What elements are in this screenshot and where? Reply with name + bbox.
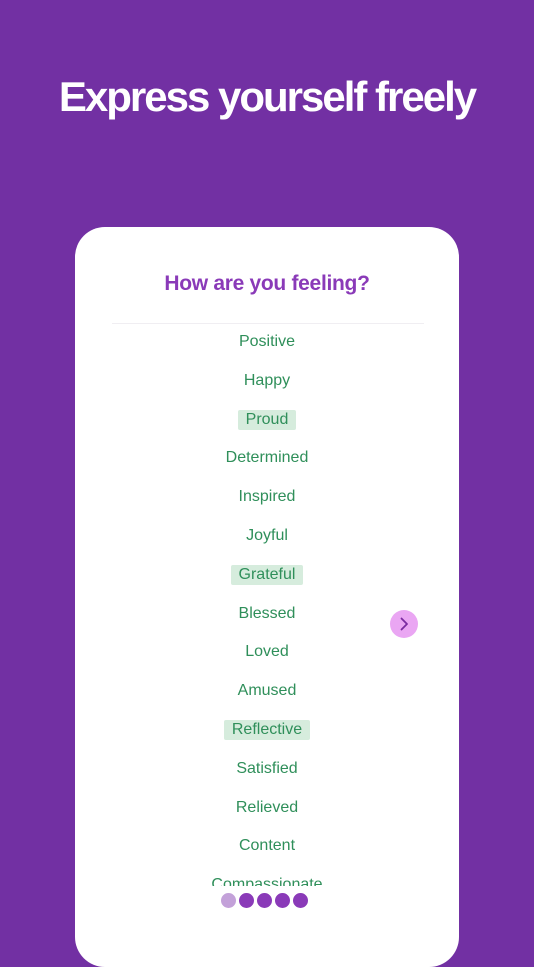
feeling-label: Content [238, 837, 296, 855]
feeling-label: Joyful [246, 527, 288, 544]
feeling-option[interactable]: Positive [75, 324, 459, 360]
feeling-label: Happy [243, 371, 291, 389]
feeling-option[interactable]: Joyful [75, 518, 459, 554]
pagination-dot[interactable] [275, 893, 290, 908]
feeling-option[interactable]: Happy [75, 363, 459, 399]
feeling-label: Compassionate [211, 876, 323, 886]
next-button[interactable] [390, 610, 418, 638]
headline: Express yourself freely [58, 73, 477, 120]
card-title: How are you feeling? [164, 272, 370, 295]
feeling-option[interactable]: Content [75, 828, 459, 864]
feeling-option[interactable]: Satisfied [75, 751, 459, 787]
feeling-label: Reflective [223, 720, 311, 740]
feeling-label: Grateful [230, 564, 304, 585]
pagination-dot[interactable] [239, 893, 254, 908]
feeling-label: Amused [237, 682, 297, 700]
chevron-right-icon [400, 617, 408, 631]
feeling-label: Loved [245, 643, 289, 661]
feeling-option[interactable]: Grateful [75, 557, 459, 593]
feeling-option[interactable]: Relieved [75, 790, 459, 826]
feeling-option[interactable]: Compassionate [75, 867, 459, 886]
feeling-option[interactable]: Loved [75, 634, 459, 670]
feeling-option[interactable]: Amused [75, 673, 459, 709]
pagination-dot[interactable] [221, 893, 236, 908]
feeling-option[interactable]: Reflective [75, 712, 459, 748]
feelings-list[interactable]: Positive Happy Proud Determined Inspired Joyf… [75, 324, 459, 886]
feeling-label: Relieved [235, 798, 299, 816]
feeling-label: Blessed [238, 604, 296, 622]
feeling-label: Satisfied [236, 759, 298, 777]
feeling-label: Determined [225, 449, 309, 467]
pagination-dots [221, 893, 308, 908]
feeling-label: Inspired [238, 488, 296, 506]
pagination-dot[interactable] [293, 893, 308, 908]
pagination-dot[interactable] [257, 893, 272, 908]
feeling-option[interactable]: Proud [75, 402, 459, 438]
feeling-option[interactable]: Determined [75, 440, 459, 476]
feeling-option[interactable]: Inspired [75, 479, 459, 515]
feeling-label: Positive [238, 333, 296, 350]
feeling-label: Proud [237, 409, 297, 430]
